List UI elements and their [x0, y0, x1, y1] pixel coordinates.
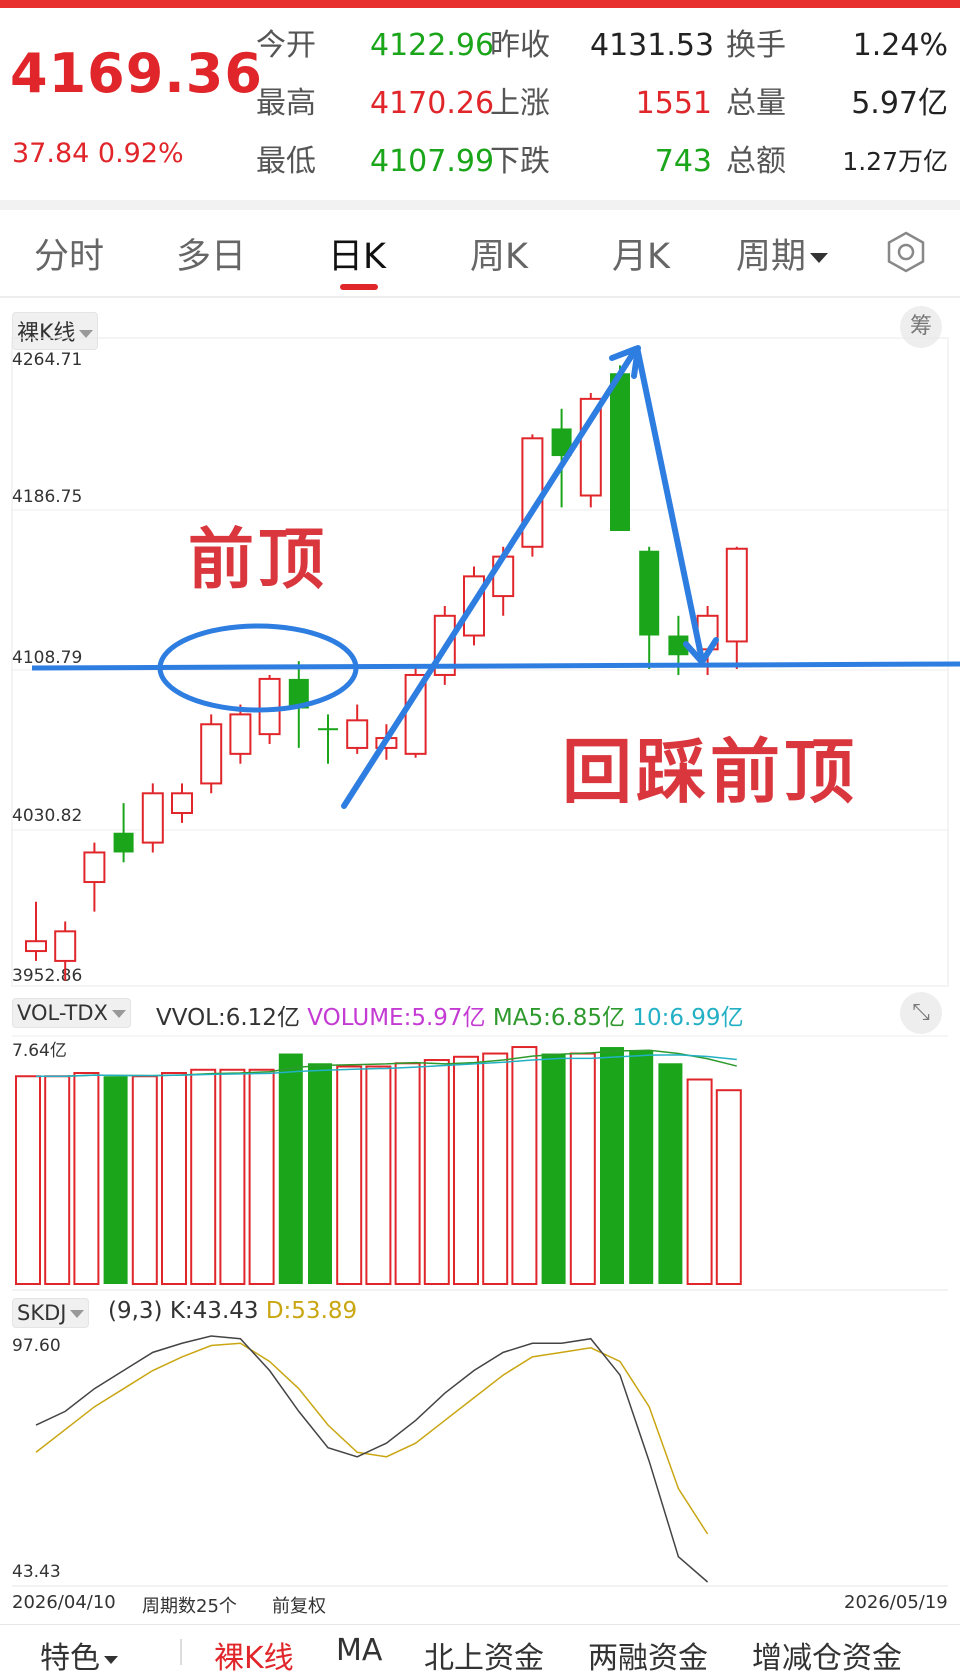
volume-bar-up: [365, 1065, 392, 1285]
skdj-d-line: [35, 1342, 709, 1535]
volume-bar-up: [131, 1075, 158, 1286]
skdj-legend: (9,3) K:43.43 D:53.89: [108, 1298, 357, 1324]
volume-bar-up: [715, 1089, 742, 1286]
skdj-axis-max: 97.60: [12, 1336, 61, 1356]
chart-grid: [11, 337, 949, 1587]
candle-body-up: [521, 437, 544, 548]
volume-bar-up: [511, 1046, 538, 1285]
candle-body-up: [83, 851, 106, 884]
tab-feature-dropdown[interactable]: 特色: [40, 1633, 118, 1677]
ma10-value: 10:6.99亿: [632, 1005, 744, 1031]
candle-body-up: [25, 940, 47, 953]
volume-bar-up: [482, 1052, 509, 1286]
skdj-indicator-name: SKDJ: [17, 1301, 67, 1325]
skdj-lines: [35, 1335, 709, 1583]
skdj-k-line: [35, 1335, 709, 1583]
volume-bar-up: [423, 1059, 450, 1286]
candle-body-up: [725, 547, 748, 643]
volume-bar-down: [308, 1063, 332, 1284]
annotation-prev-top: 前顶: [188, 521, 328, 598]
volume-bar-down: [600, 1047, 624, 1284]
chevron-down-icon: [111, 1010, 126, 1018]
volume-bar-down: [658, 1063, 683, 1284]
expand-icon[interactable]: ⤡: [900, 992, 942, 1034]
skdj-indicator-selector[interactable]: SKDJ: [12, 1298, 90, 1328]
tab-position-change-funds[interactable]: 增减仓资金: [752, 1633, 960, 1677]
ma5-value: MA5:6.85亿: [492, 1005, 626, 1031]
tab-feature-label: 特色: [40, 1641, 100, 1676]
volume-bar-up: [15, 1075, 41, 1286]
volume-bar-down: [629, 1050, 654, 1284]
volume-bar-up: [190, 1068, 217, 1285]
start-date: 2026/04/10: [12, 1592, 116, 1613]
candle-body-up: [258, 677, 281, 736]
volume-bar-up: [161, 1072, 187, 1286]
skdj-params: (9,3): [108, 1298, 163, 1324]
volume-legend: VVOL:6.12亿 VOLUME:5.97亿 MA5:6.85亿 10:6.9…: [156, 998, 744, 1032]
volume-bar-up: [248, 1068, 275, 1285]
candle-body-down: [318, 728, 338, 731]
candle-series: [25, 365, 748, 981]
skdj-d-value: D:53.89: [265, 1298, 358, 1324]
volume-value: VOLUME:5.97亿: [307, 1005, 486, 1031]
indicator-tab-bar: 特色 裸K线 MA 北上资金 两融资金 增减仓资金: [0, 1624, 960, 1676]
candle-body-up: [229, 713, 252, 755]
volume-bar-down: [103, 1076, 128, 1284]
tab-ma[interactable]: MA: [336, 1633, 382, 1668]
tab-separator: [180, 1639, 182, 1665]
volume-bar-down: [541, 1053, 566, 1284]
tab-margin-funds[interactable]: 两融资金: [588, 1633, 708, 1677]
volume-indicator-selector[interactable]: VOL-TDX: [12, 998, 131, 1028]
candle-body-up: [171, 792, 193, 815]
volume-bar-up: [73, 1072, 100, 1286]
volume-bar-up: [569, 1052, 596, 1286]
candle-body-down: [639, 550, 660, 636]
tab-kline[interactable]: 裸K线: [214, 1633, 294, 1677]
volume-axis-max: 7.64亿: [12, 1041, 67, 1061]
price-adjust-mode[interactable]: 前复权: [272, 1592, 326, 1618]
volume-bars: [15, 1046, 742, 1286]
volume-bar-up: [394, 1062, 421, 1285]
candle-body-up: [141, 792, 164, 844]
annotation-resistance-line: [31, 661, 960, 671]
volume-bar-up: [336, 1065, 363, 1285]
skdj-k-value: K:43.43: [169, 1298, 259, 1324]
volume-bar-up: [44, 1075, 71, 1286]
price-panel-frame: [11, 337, 949, 987]
candle-body-up: [200, 723, 223, 785]
annotation-pullback: 回踩前顶: [562, 731, 858, 813]
volume-bar-down: [278, 1053, 303, 1284]
candle-body-up: [346, 719, 369, 749]
volume-indicator-name: VOL-TDX: [17, 1001, 108, 1025]
candle-body-down: [113, 832, 134, 853]
tab-northbound-funds[interactable]: 北上资金: [424, 1633, 544, 1677]
skdj-axis-min: 43.43: [12, 1562, 61, 1582]
volume-bar-up: [453, 1055, 479, 1286]
chevron-down-icon: [70, 1310, 85, 1318]
volume-bar-up: [219, 1068, 246, 1285]
candle-body-down: [610, 373, 630, 532]
end-date: 2026/05/19: [844, 1592, 948, 1613]
period-count: 周期数25个: [142, 1596, 237, 1617]
volume-bar-up: [686, 1078, 713, 1286]
vvol-value: VVOL:6.12亿: [156, 1005, 300, 1031]
chevron-down-icon: [104, 1655, 118, 1664]
candle-body-up: [54, 930, 77, 962]
